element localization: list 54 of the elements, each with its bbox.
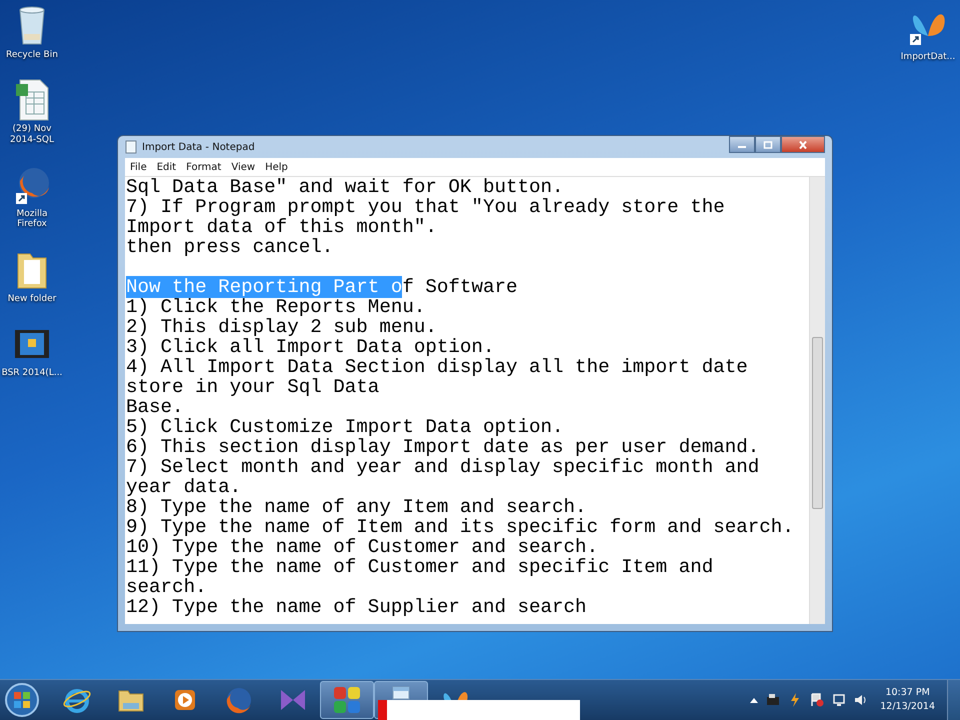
- desktop-icon-label[interactable]: New folder: [8, 294, 56, 304]
- notepad-icon: [125, 140, 137, 154]
- text-line: f Software: [402, 276, 518, 298]
- selected-text: Now the Reporting Part o: [126, 276, 402, 298]
- window-title: Import Data - Notepad: [142, 142, 255, 152]
- time-text: 10:37 PM: [885, 686, 930, 700]
- text-line: then press cancel.: [126, 236, 334, 258]
- text-line: 9) Type the name of Item and its specific form and search.: [126, 516, 794, 538]
- text-line: 12) Type the name of Supplier and search: [126, 596, 587, 618]
- text-line: 10) Type the name of Customer and search.: [126, 536, 598, 558]
- notepad-icon: [392, 686, 410, 700]
- close-icon: [798, 140, 808, 148]
- firefox-icon: [224, 685, 254, 715]
- scrollbar[interactable]: [809, 177, 825, 624]
- progress-marker: [378, 700, 387, 720]
- scrollbar-thumb[interactable]: [812, 337, 823, 509]
- desktop-icon-label[interactable]: Recycle Bin: [6, 50, 58, 60]
- clock[interactable]: 10:37 PM 12/13/2014: [880, 686, 935, 714]
- close-button[interactable]: [781, 136, 825, 153]
- text-line: 2) This display 2 sub menu.: [126, 316, 437, 338]
- desktop-icon-label[interactable]: ImportDat...: [900, 52, 956, 62]
- text-line: year data.: [126, 476, 242, 498]
- start-button[interactable]: [4, 682, 40, 718]
- text-line: 8) Type the name of any Item and search.: [126, 496, 587, 518]
- text-line: 3) Click all Import Data option.: [126, 336, 494, 358]
- text-line: 7) If Program prompt you that "You already store the: [126, 196, 725, 218]
- text-line: 11) Type the name of Customer and specific Item and: [126, 556, 714, 578]
- text-line: 4) All Import Data Section display all the import date: [126, 356, 748, 378]
- desktop-icon-label[interactable]: Mozilla Firefox: [1, 209, 63, 230]
- menu-item[interactable]: View: [226, 162, 260, 172]
- flag-icon[interactable]: [810, 693, 824, 707]
- text-line: 6) This section display Import date as per user demand.: [126, 436, 760, 458]
- monitor-icon[interactable]: [832, 693, 846, 707]
- maximize-button[interactable]: [755, 136, 781, 153]
- text-line: 5) Click Customize Import Data option.: [126, 416, 564, 438]
- desktop-icon-label[interactable]: (29) Nov 2014-SQL: [1, 124, 63, 146]
- minimize-button[interactable]: [729, 136, 755, 153]
- tiles-icon: [332, 685, 362, 715]
- text-line: 7) Select month and year and display specific month and: [126, 456, 760, 478]
- text-line: Import data of this month".: [126, 216, 437, 238]
- text-line: Base.: [126, 396, 184, 418]
- speaker-icon[interactable]: [854, 693, 868, 707]
- date-text: 12/13/2014: [880, 700, 935, 714]
- menu-item[interactable]: Format: [181, 162, 226, 172]
- menu-item[interactable]: Edit: [152, 162, 182, 172]
- text-line: Sql Data Base" and wait for OK button.: [126, 177, 564, 198]
- menu-item[interactable]: File: [125, 162, 152, 172]
- text-line: 1) Click the Reports Menu.: [126, 296, 426, 318]
- desktop-icon-label[interactable]: BSR 2014(L...: [2, 368, 62, 378]
- text-line: search.: [126, 576, 207, 598]
- menu-item[interactable]: Help: [260, 162, 293, 172]
- caret-icon[interactable]: [750, 697, 758, 703]
- maximize-icon: [763, 140, 773, 148]
- text-line: store in your Sql Data: [126, 376, 380, 398]
